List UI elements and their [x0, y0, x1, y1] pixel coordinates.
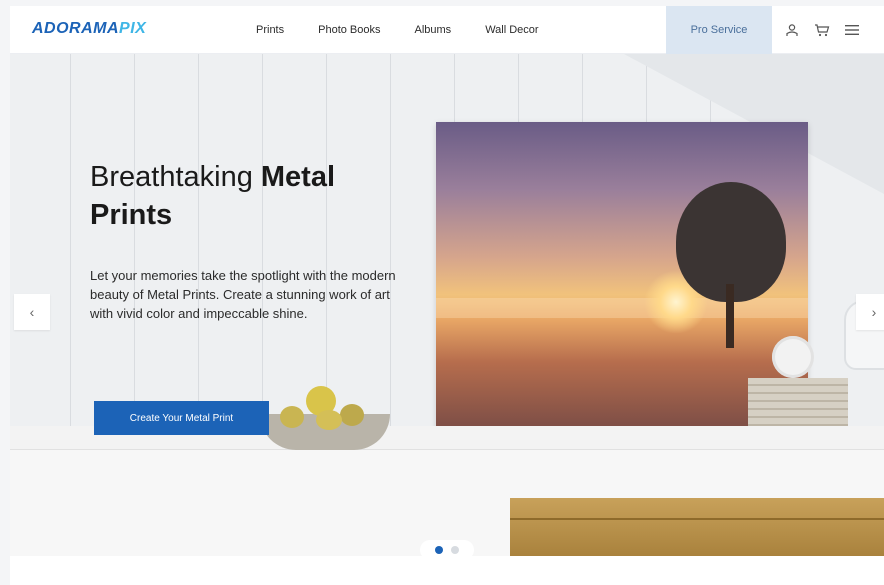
logo-accent: PIX [119, 20, 147, 37]
hero-description: Let your memories take the spotlight wit… [90, 268, 396, 321]
carousel-prev-button[interactable]: ‹ [14, 294, 50, 330]
main-menu: Prints Photo Books Albums Wall Decor [256, 6, 573, 54]
chevron-right-icon: › [871, 304, 877, 320]
top-nav: ADORAMAPIX Prints Photo Books Albums Wal… [10, 6, 884, 54]
carousel-dot[interactable] [451, 546, 459, 554]
brand-logo[interactable]: ADORAMAPIX [32, 20, 146, 38]
wood-cabinet [510, 498, 884, 556]
nav-item-photo-books[interactable]: Photo Books [318, 24, 380, 36]
menu-icon[interactable] [842, 20, 862, 40]
nav-icons [782, 6, 862, 54]
hero-headline: Breathtaking Metal Prints [90, 161, 336, 231]
page: ADORAMAPIX Prints Photo Books Albums Wal… [10, 6, 884, 585]
nav-item-wall-decor[interactable]: Wall Decor [485, 24, 538, 36]
logo-text: ADORAMA [32, 20, 120, 37]
chevron-left-icon: ‹ [29, 304, 35, 320]
cart-icon[interactable] [812, 20, 832, 40]
nav-item-albums[interactable]: Albums [415, 24, 452, 36]
user-icon[interactable] [782, 20, 802, 40]
hero-copy: Breathtaking Metal Prints Let your memor… [90, 158, 420, 323]
create-metal-print-button[interactable]: Create Your Metal Print [94, 401, 269, 435]
carousel-dots [420, 540, 474, 560]
coral-decoration [772, 336, 814, 378]
pro-service-button[interactable]: Pro Service [666, 6, 772, 54]
carousel-next-button[interactable]: › [856, 294, 884, 330]
carousel-dot[interactable] [435, 546, 443, 554]
nav-item-prints[interactable]: Prints [256, 24, 284, 36]
hero-banner: Breathtaking Metal Prints Let your memor… [10, 54, 884, 556]
